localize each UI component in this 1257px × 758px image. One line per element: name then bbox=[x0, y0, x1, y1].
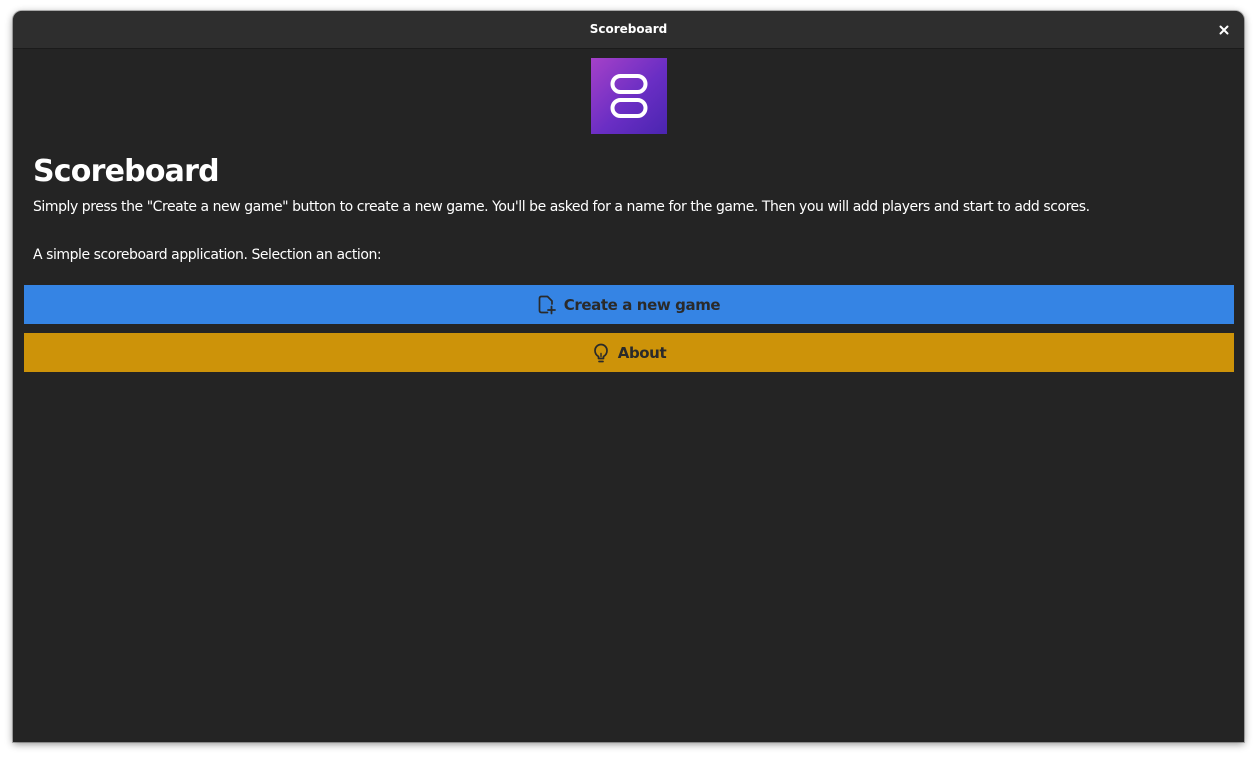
window-title: Scoreboard bbox=[589, 22, 668, 36]
app-description: Simply press the "Create a new game" but… bbox=[33, 199, 1090, 215]
close-button[interactable] bbox=[1212, 18, 1236, 42]
about-button[interactable]: About bbox=[24, 333, 1234, 372]
action-prompt: A simple scoreboard application. Selecti… bbox=[33, 247, 382, 263]
create-new-game-button[interactable]: Create a new game bbox=[24, 285, 1234, 324]
about-label: About bbox=[617, 343, 667, 362]
app-title: Scoreboard bbox=[33, 154, 220, 189]
document-new-icon bbox=[538, 295, 556, 315]
close-icon bbox=[1219, 25, 1229, 35]
lightbulb-icon bbox=[592, 343, 610, 363]
title-bar[interactable]: Scoreboard bbox=[13, 11, 1244, 49]
app-window: Scoreboard Scoreboard Simply press the "… bbox=[13, 11, 1244, 742]
scoreboard-app-icon bbox=[591, 58, 667, 134]
create-new-game-label: Create a new game bbox=[563, 295, 721, 314]
